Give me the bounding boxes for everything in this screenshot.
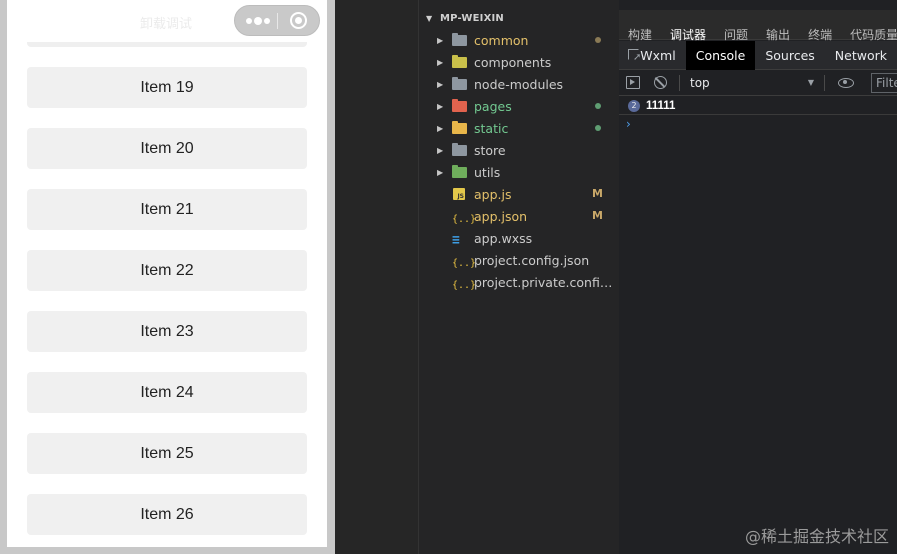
clear-console-button[interactable] [647,70,675,96]
pages-folder-icon [452,99,468,112]
close-miniprogram-icon[interactable] [288,10,309,31]
inspect-element-icon[interactable]: ➚ [619,41,641,70]
json-file-icon: {..} [452,258,477,269]
list-item[interactable]: Item 20 [27,128,307,169]
console-toolbar: top ▼ Filter [619,70,897,96]
tree-folder-node-modules[interactable]: ▶ node-modules [419,73,619,95]
tree-file[interactable]: ▶JSapp.jsM [419,183,619,205]
console-prompt[interactable]: › [619,115,897,133]
static-folder-icon [452,121,468,134]
list-item[interactable]: Item 25 [27,433,307,474]
subtab-console[interactable]: Console [685,40,756,70]
tree-item-label: components [474,54,552,70]
repeat-count-badge: 2 [628,99,640,112]
file-explorer: ▼ MP-WEIXIN ▶ common ▶ components ▶ node-modu… [418,0,619,554]
context-selector[interactable]: top ▼ [684,70,820,96]
tree-item-label: utils [474,164,501,180]
dropdown-arrow-icon: ▼ [807,78,814,87]
simulator-frame: 卸载调试 Item 19 Item 20 Item 21 Item 22 Item 23… [0,0,335,554]
chevron-down-icon: ▼ [426,13,433,23]
console-message: 2 11111 [619,97,897,115]
debug-tabs-bar: 构建 调试器 问题 输出 终端 代码质量 [619,10,897,42]
tree-item-label: node-modules [474,76,564,92]
simulator-screen: 卸载调试 Item 19 Item 20 Item 21 Item 22 Item 23… [7,0,327,547]
navigation-title: 卸载调试 [140,17,193,32]
tree-file[interactable]: ▶{..}app.jsonM [419,205,619,227]
folder-icon [452,143,468,156]
tree-file[interactable]: ▶{..}project.private.config.js... [419,271,619,293]
list-item[interactable]: Item 19 [27,67,307,108]
context-selector-value: top [690,75,710,90]
git-status-dot [595,125,601,131]
list-item[interactable]: Item 24 [27,372,307,413]
toolbar-divider [679,74,680,91]
live-expression-button[interactable] [829,70,857,96]
console-message-text: 11111 [646,99,676,112]
watermark: @稀土掘金技术社区 [744,527,889,546]
tree-item-label: app.json [474,208,528,224]
item-list: Item 19 Item 20 Item 21 Item 22 Item 23 Item … [27,67,307,547]
tree-file[interactable]: ▶≡app.wxss [419,227,619,249]
panel-gutter [335,0,418,554]
tree-file[interactable]: ▶{..}project.config.json [419,249,619,271]
components-folder-icon [452,55,468,68]
chevron-right-icon: ▶ [437,145,444,155]
tree-folder-store[interactable]: ▶ store [419,139,619,161]
devtools-subtabs: ➚ Wxml Console Sources Network [619,40,897,70]
tree-item-label: static [474,120,509,136]
capsule-menu [234,5,320,36]
folder-icon [452,33,468,46]
list-item[interactable]: Item 21 [27,189,307,230]
tree-item-label: project.config.json [474,252,590,268]
tree-item-label: app.js [474,186,512,202]
list-item[interactable]: Item 22 [27,250,307,291]
console-output: 2 11111 › [619,97,897,133]
chevron-right-icon: ▶ [437,123,444,133]
list-item-partial [27,42,307,47]
git-modified-badge: M [592,187,603,200]
subtab-network[interactable]: Network [825,41,897,70]
filter-input[interactable]: Filter [871,73,897,93]
more-dots-icon[interactable] [244,6,276,35]
json-file-icon: {..} [452,214,477,225]
tree-item-label: store [474,142,506,158]
js-file-icon: JS [452,188,468,200]
git-status-dot [595,103,601,109]
tree-folder-static[interactable]: ▶ static [419,117,619,139]
json-file-icon: {..} [452,280,477,291]
git-status-dot [595,37,601,43]
git-modified-badge: M [592,209,603,222]
file-tree: ▶ common ▶ components ▶ node-modules ▶ pages ▶ st… [419,29,619,293]
list-item[interactable]: Item 26 [27,494,307,535]
sidebar-toggle-icon [626,75,640,89]
tree-folder-utils[interactable]: ▶ utils [419,161,619,183]
toolbar-divider [824,74,825,91]
tree-item-label: app.wxss [474,230,533,246]
chevron-right-icon: ▶ [437,101,444,111]
tree-item-label: project.private.config.js... [474,274,619,290]
chevron-right-icon: ▶ [437,79,444,89]
tree-folder-components[interactable]: ▶ components [419,51,619,73]
explorer-section-header[interactable]: ▼ MP-WEIXIN [419,8,619,28]
css-file-icon: ≡ [452,233,460,248]
toggle-sidebar-button[interactable] [619,70,647,96]
clear-icon [654,75,667,89]
navigation-bar: 卸载调试 [7,0,327,46]
explorer-section-title: MP-WEIXIN [440,12,504,24]
folder-icon [452,77,468,90]
tree-item-label: common [474,32,529,48]
eye-icon [838,77,854,88]
tree-folder-pages[interactable]: ▶ pages [419,95,619,117]
chevron-right-icon: ▶ [437,57,444,67]
tree-folder-common[interactable]: ▶ common [419,29,619,51]
chevron-right-icon: ▶ [437,167,444,177]
subtab-sources[interactable]: Sources [755,41,824,70]
devtools-panel: 构建 调试器 问题 输出 终端 代码质量 ➚ Wxml Console Sources Netw… [619,0,897,554]
tree-item-label: pages [474,98,512,114]
chevron-right-icon: ▶ [437,35,444,45]
capsule-divider [277,13,278,29]
utils-folder-icon [452,165,468,178]
list-item[interactable]: Item 23 [27,311,307,352]
